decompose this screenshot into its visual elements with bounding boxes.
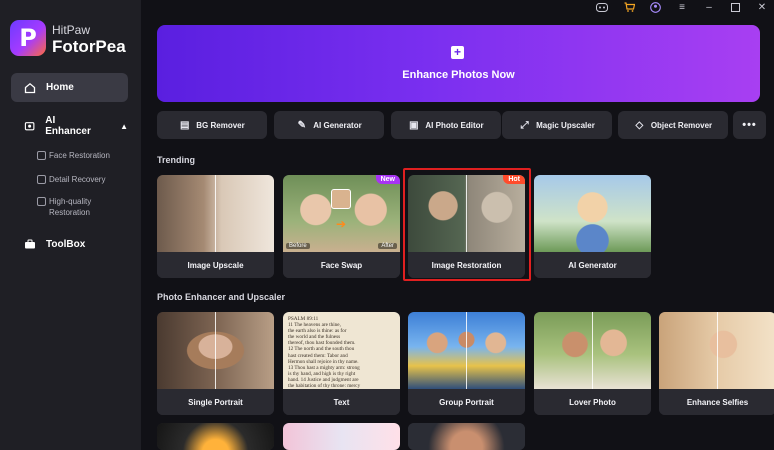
tool-label: Magic Upscaler bbox=[536, 120, 595, 130]
tool-label: Object Remover bbox=[650, 120, 713, 130]
tool-label: AI Generator bbox=[313, 120, 362, 130]
card-label: AI Generator bbox=[534, 252, 651, 278]
sidebar-item-home[interactable]: Home bbox=[11, 73, 128, 102]
enhancer-title: Photo Enhancer and Upscaler bbox=[157, 292, 286, 302]
tool-label: BG Remover bbox=[196, 120, 245, 130]
tool-magic-upscaler[interactable]: ⤢ Magic Upscaler bbox=[502, 111, 612, 139]
enhance-photos-now-button[interactable]: + Enhance Photos Now bbox=[157, 25, 760, 102]
card-enhance-selfies[interactable]: Enhance Selfies bbox=[659, 312, 774, 415]
account-icon[interactable] bbox=[645, 0, 665, 14]
eraser-icon: ◇ bbox=[635, 119, 644, 131]
text-thumbnail: PSALM 89:11 11 The heavens are thine, the … bbox=[283, 312, 400, 395]
sidebar-sub-high-quality-restoration[interactable]: High-quality Restoration bbox=[37, 196, 117, 218]
sidebar-item-toolbox-label: ToolBox bbox=[46, 238, 86, 250]
card-label: Lover Photo bbox=[534, 389, 651, 415]
tool-bg-remover[interactable]: ▤ BG Remover bbox=[157, 111, 267, 139]
toolbox-icon bbox=[25, 239, 35, 249]
cart-icon[interactable] bbox=[619, 0, 639, 14]
discord-icon[interactable] bbox=[592, 0, 612, 14]
upscale-icon: ⤢ bbox=[520, 119, 529, 131]
tool-object-remover[interactable]: ◇ Object Remover bbox=[618, 111, 728, 139]
more-icon: ••• bbox=[742, 119, 757, 131]
tool-label: AI Photo Editor bbox=[425, 120, 484, 130]
card-group-portrait[interactable]: Group Portrait bbox=[408, 312, 525, 415]
card-label: Image Upscale bbox=[157, 252, 274, 278]
card-label: Face Swap bbox=[283, 252, 400, 278]
face-icon bbox=[37, 151, 46, 160]
card-ai-generator[interactable]: AI Generator bbox=[534, 175, 651, 278]
before-tag: Before bbox=[286, 243, 310, 249]
card-label: Enhance Selfies bbox=[659, 389, 774, 415]
detail-icon bbox=[37, 175, 46, 184]
comparison-divider bbox=[215, 175, 216, 252]
comparison-divider bbox=[215, 312, 216, 389]
card-single-portrait[interactable]: Single Portrait bbox=[157, 312, 274, 415]
after-tag: After bbox=[378, 243, 397, 249]
comparison-divider bbox=[466, 312, 467, 389]
bg-remover-icon: ▤ bbox=[180, 119, 190, 131]
sidebar-sub-face-restoration[interactable]: Face Restoration bbox=[37, 150, 117, 161]
card-text[interactable]: PSALM 89:11 11 The heavens are thine, the … bbox=[283, 312, 400, 415]
more-tools-button[interactable]: ••• bbox=[733, 111, 766, 139]
chevron-up-icon[interactable]: ▲ bbox=[120, 122, 128, 131]
sidebar-item-ai-enhancer-label: AI Enhancer bbox=[45, 115, 91, 137]
sidebar-sub-detail-recovery[interactable]: Detail Recovery bbox=[37, 174, 117, 185]
card-next-row-2[interactable] bbox=[283, 423, 400, 450]
next-row-thumbnail bbox=[157, 423, 274, 450]
sidebar-item-ai-enhancer[interactable]: AI Enhancer ▲ bbox=[11, 115, 128, 137]
close-icon[interactable]: ✕ bbox=[752, 0, 772, 14]
source-face-thumb bbox=[331, 189, 351, 209]
card-image-upscale[interactable]: Image Upscale bbox=[157, 175, 274, 278]
text-sample: PSALM 89:11 11 The heavens are thine, the … bbox=[288, 316, 395, 395]
card-next-row-1[interactable] bbox=[157, 423, 274, 450]
ai-generator-thumbnail bbox=[534, 175, 651, 252]
tool-ai-photo-editor[interactable]: ▣ AI Photo Editor bbox=[391, 111, 501, 139]
arrow-icon: ➔ bbox=[336, 217, 347, 231]
card-next-row-3[interactable] bbox=[408, 423, 525, 450]
selection-highlight bbox=[403, 168, 531, 281]
menu-icon[interactable]: ≡ bbox=[672, 0, 692, 14]
sidebar-sub-label: High-quality Restoration bbox=[49, 197, 92, 217]
tool-ai-generator[interactable]: ✎ AI Generator bbox=[274, 111, 384, 139]
card-label: Group Portrait bbox=[408, 389, 525, 415]
photo-editor-icon: ▣ bbox=[409, 119, 419, 131]
card-face-swap[interactable]: ➔ Before After New Face Swap bbox=[283, 175, 400, 278]
sparkle-icon bbox=[24, 122, 35, 131]
sidebar-item-home-label: Home bbox=[46, 82, 74, 93]
brand-main: FotorPea bbox=[52, 37, 126, 56]
card-label: Single Portrait bbox=[157, 389, 274, 415]
app-logo-icon: P bbox=[10, 20, 46, 56]
restore-icon bbox=[37, 197, 46, 206]
face-swap-thumbnail bbox=[283, 175, 400, 252]
sidebar: P HitPaw FotorPea Home AI Enhancer ▲ Fac… bbox=[0, 0, 141, 450]
card-lover-photo[interactable]: Lover Photo bbox=[534, 312, 651, 415]
comparison-divider bbox=[717, 312, 718, 389]
plus-icon: + bbox=[451, 46, 464, 59]
sidebar-item-toolbox[interactable]: ToolBox bbox=[11, 233, 128, 255]
sidebar-sub-label: Face Restoration bbox=[49, 151, 110, 160]
home-icon bbox=[24, 82, 36, 93]
magic-wand-icon: ✎ bbox=[297, 119, 306, 131]
trending-title: Trending bbox=[157, 155, 195, 165]
minimize-icon[interactable]: – bbox=[699, 0, 719, 14]
hero-label: Enhance Photos Now bbox=[402, 69, 515, 81]
comparison-divider bbox=[592, 312, 593, 389]
next-row-thumbnail bbox=[408, 423, 525, 450]
next-row-thumbnail bbox=[283, 423, 400, 450]
card-label: Text bbox=[283, 389, 400, 415]
sidebar-sub-label: Detail Recovery bbox=[49, 175, 106, 184]
maximize-icon[interactable] bbox=[725, 0, 745, 14]
new-badge: New bbox=[375, 175, 400, 184]
brand-top: HitPaw bbox=[52, 23, 91, 37]
